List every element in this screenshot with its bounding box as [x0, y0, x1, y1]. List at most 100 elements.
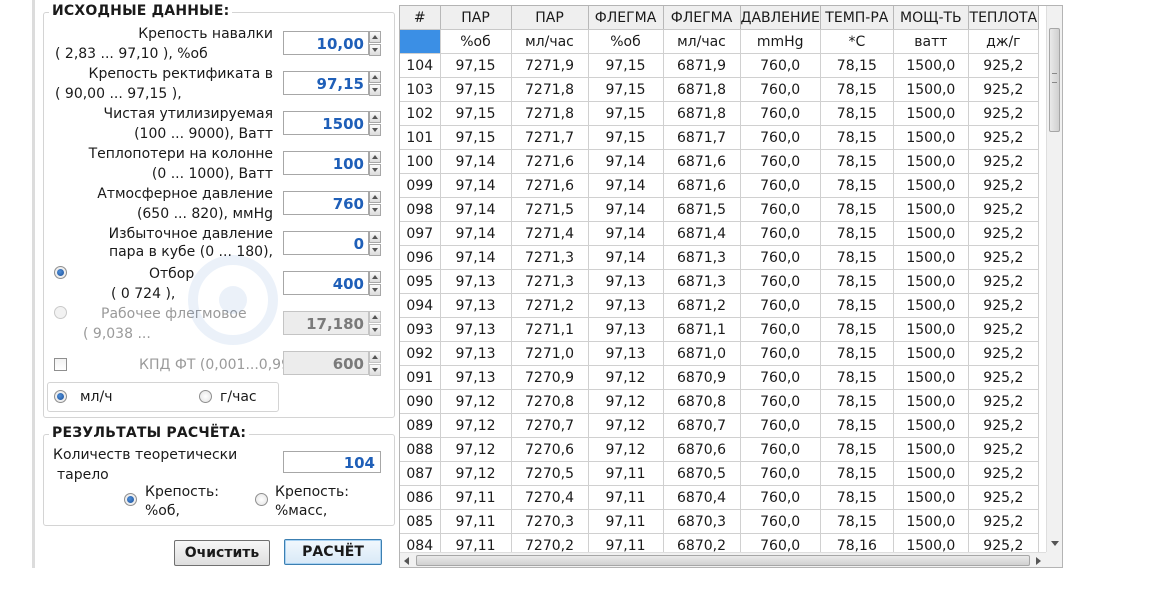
spin-up-icon[interactable] [369, 271, 381, 283]
feed-strength-spinner[interactable]: 10,00 [283, 31, 381, 57]
table-cell[interactable]: 7271,0 [511, 341, 589, 366]
efficiency-spinner[interactable]: 600 [283, 351, 381, 377]
table-cell[interactable]: 97,14 [588, 149, 664, 174]
table-cell[interactable]: 760,0 [740, 197, 821, 222]
table-cell[interactable]: 78,15 [820, 173, 894, 198]
table-cell[interactable]: 7271,2 [511, 293, 589, 318]
table-cell[interactable]: 760,0 [740, 389, 821, 414]
table-cell[interactable]: 760,0 [740, 437, 821, 462]
table-row[interactable]: 090 97,12 7270,8 97,12 6870,8 760,0 78,15 1500,… [400, 389, 1039, 414]
net-power-input[interactable]: 1500 [283, 111, 369, 135]
table-cell[interactable]: 97,15 [588, 77, 664, 102]
units-cell[interactable]: дж/г [968, 29, 1039, 54]
table-row[interactable]: 094 97,13 7271,2 97,13 6871,2 760,0 78,15 1500,… [400, 293, 1039, 318]
table-cell[interactable]: 7271,8 [511, 77, 589, 102]
spin-up-icon[interactable] [369, 151, 381, 163]
spin-down-icon[interactable] [369, 204, 381, 216]
feed-strength-spin-buttons[interactable] [369, 31, 381, 57]
table-cell[interactable]: 6871,4 [663, 221, 741, 246]
units-cell[interactable]: ватт [893, 29, 969, 54]
table-cell[interactable]: 78,15 [820, 269, 894, 294]
col-header-vapor-strength[interactable]: ПАР [440, 6, 512, 30]
row-number-cell[interactable]: 089 [400, 413, 441, 438]
table-cell[interactable]: 7271,6 [511, 173, 589, 198]
atm-pressure-input[interactable]: 760 [283, 191, 369, 215]
table-cell[interactable]: 97,11 [588, 461, 664, 486]
efficiency-spin-buttons[interactable] [369, 351, 381, 377]
table-cell[interactable]: 6871,6 [663, 149, 741, 174]
table-cell[interactable]: 760,0 [740, 341, 821, 366]
table-cell[interactable]: 925,2 [968, 101, 1039, 126]
table-cell[interactable]: 7271,6 [511, 149, 589, 174]
table-cell[interactable]: 760,0 [740, 245, 821, 270]
row-number-cell[interactable]: 102 [400, 101, 441, 126]
table-row[interactable]: 104 97,15 7271,9 97,15 6871,9 760,0 78,15 1500,… [400, 53, 1039, 78]
table-cell[interactable]: 7270,4 [511, 485, 589, 510]
table-cell[interactable]: 7271,3 [511, 245, 589, 270]
spin-up-icon[interactable] [369, 311, 381, 323]
row-number-cell[interactable]: 100 [400, 149, 441, 174]
col-header-reflux-strength[interactable]: ФЛЕГМА [588, 6, 664, 30]
scroll-down-arrow-icon[interactable] [1051, 541, 1059, 546]
net-power-spinner[interactable]: 1500 [283, 111, 381, 137]
spin-up-icon[interactable] [369, 111, 381, 123]
table-cell[interactable]: 760,0 [740, 485, 821, 510]
table-cell[interactable]: 760,0 [740, 317, 821, 342]
table-cell[interactable]: 78,15 [820, 437, 894, 462]
table-cell[interactable]: 760,0 [740, 173, 821, 198]
table-cell[interactable]: 925,2 [968, 533, 1039, 552]
units-cell[interactable]: %об [588, 29, 664, 54]
table-cell[interactable]: 78,15 [820, 221, 894, 246]
table-cell[interactable]: 97,13 [588, 317, 664, 342]
row-number-cell[interactable]: 084 [400, 533, 441, 552]
table-cell[interactable]: 97,15 [440, 53, 512, 78]
spin-up-icon[interactable] [369, 351, 381, 363]
table-cell[interactable]: 6871,1 [663, 317, 741, 342]
table-cell[interactable]: 925,2 [968, 389, 1039, 414]
table-cell[interactable]: 925,2 [968, 173, 1039, 198]
table-cell[interactable]: 925,2 [968, 509, 1039, 534]
table-row[interactable]: 096 97,14 7271,3 97,14 6871,3 760,0 78,15 1500,… [400, 245, 1039, 270]
table-cell[interactable]: 97,15 [440, 125, 512, 150]
spin-up-icon[interactable] [369, 71, 381, 83]
table-cell[interactable]: 7271,4 [511, 221, 589, 246]
table-cell[interactable]: 97,11 [440, 509, 512, 534]
table-row[interactable]: 099 97,14 7271,6 97,14 6871,6 760,0 78,15 1500,… [400, 173, 1039, 198]
table-row[interactable]: 097 97,14 7271,4 97,14 6871,4 760,0 78,15 1500,… [400, 221, 1039, 246]
rect-strength-input[interactable]: 97,15 [283, 71, 369, 95]
table-cell[interactable]: 925,2 [968, 77, 1039, 102]
row-number-cell[interactable]: 098 [400, 197, 441, 222]
table-cell[interactable]: 1500,0 [893, 317, 969, 342]
table-cell[interactable]: 97,13 [440, 317, 512, 342]
table-cell[interactable]: 78,15 [820, 101, 894, 126]
calculate-button[interactable]: РАСЧЁТ [284, 539, 382, 565]
table-cell[interactable]: 78,15 [820, 341, 894, 366]
table-cell[interactable]: 78,15 [820, 53, 894, 78]
table-cell[interactable]: 97,11 [588, 485, 664, 510]
table-cell[interactable]: 97,14 [440, 149, 512, 174]
table-cell[interactable]: 78,15 [820, 389, 894, 414]
col-header-power[interactable]: МОЩ-ТЬ [893, 6, 969, 30]
heat-loss-input[interactable]: 100 [283, 151, 369, 175]
table-cell[interactable]: 78,15 [820, 197, 894, 222]
table-cell[interactable]: 6871,8 [663, 101, 741, 126]
spin-down-icon[interactable] [369, 124, 381, 136]
units-cell[interactable]: мл/час [663, 29, 741, 54]
table-cell[interactable]: 7270,9 [511, 365, 589, 390]
atm-pressure-spinner[interactable]: 760 [283, 191, 381, 217]
table-cell[interactable]: 1500,0 [893, 509, 969, 534]
table-cell[interactable]: 6870,6 [663, 437, 741, 462]
take-off-input[interactable]: 400 [283, 271, 369, 295]
table-cell[interactable]: 760,0 [740, 221, 821, 246]
table-cell[interactable]: 925,2 [968, 53, 1039, 78]
table-cell[interactable]: 78,15 [820, 245, 894, 270]
table-cell[interactable]: 760,0 [740, 365, 821, 390]
table-cell[interactable]: 1500,0 [893, 77, 969, 102]
row-number-cell[interactable]: 087 [400, 461, 441, 486]
table-cell[interactable]: 1500,0 [893, 389, 969, 414]
table-cell[interactable]: 760,0 [740, 53, 821, 78]
table-cell[interactable]: 6870,2 [663, 533, 741, 552]
excess-pressure-spinner[interactable]: 0 [283, 231, 381, 257]
row-number-cell[interactable]: 099 [400, 173, 441, 198]
working-reflux-radio[interactable] [54, 306, 67, 319]
